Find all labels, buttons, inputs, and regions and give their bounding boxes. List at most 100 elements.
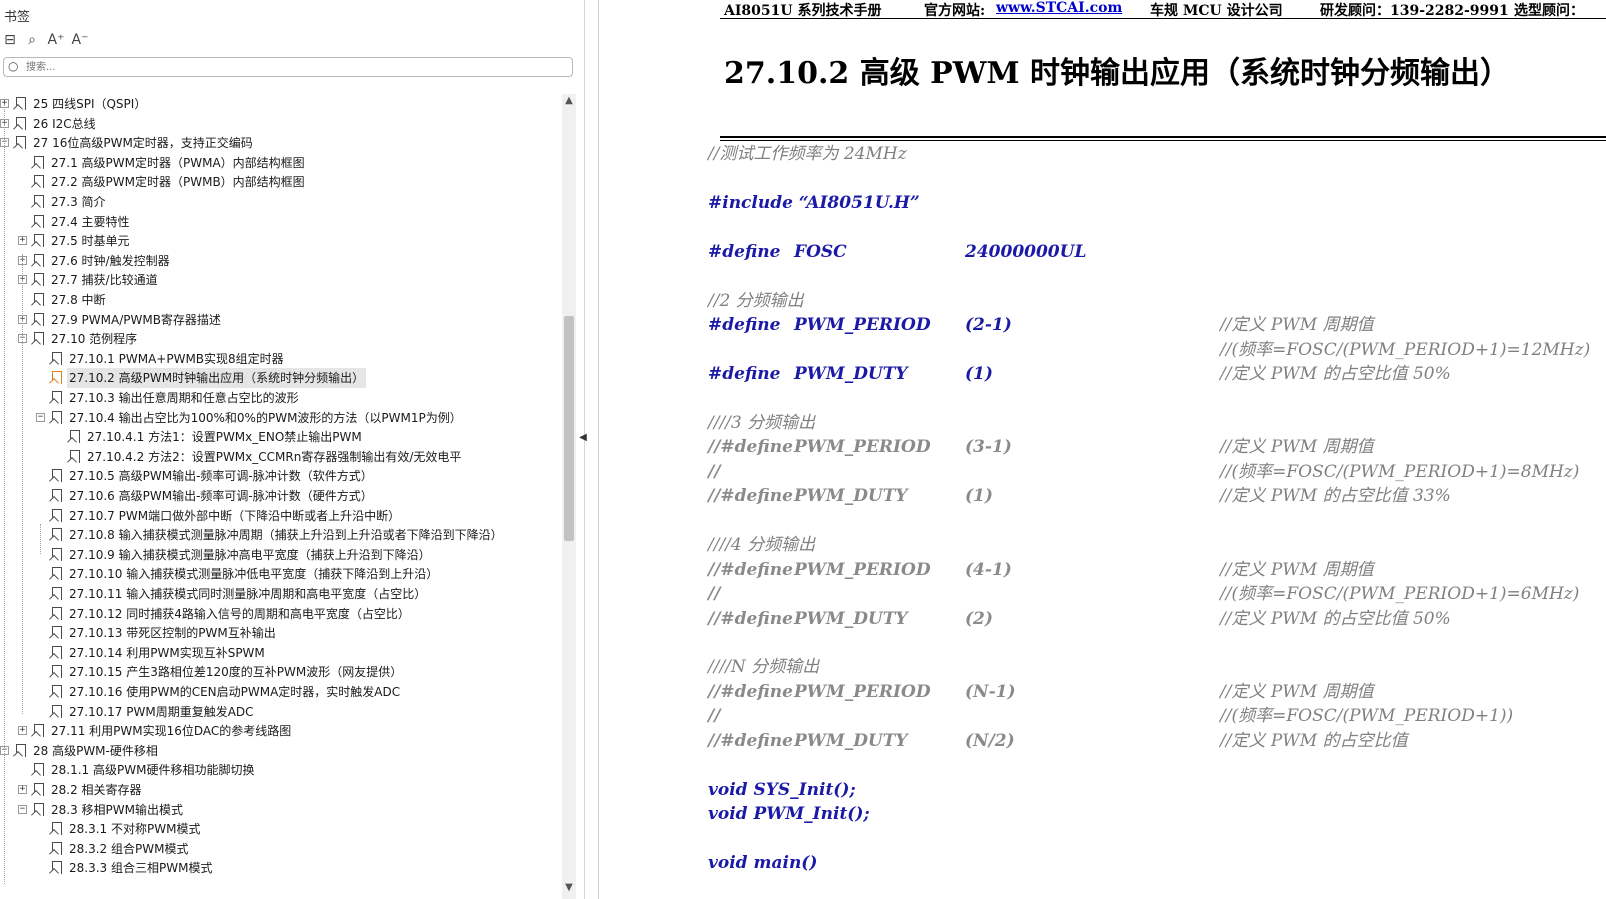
bookmark-item[interactable]: 27.3 简介 bbox=[0, 192, 562, 212]
search-input[interactable] bbox=[26, 60, 556, 74]
bookmark-item[interactable]: 27.10.14 利用PWM实现互补SPWM bbox=[0, 643, 562, 663]
bookmark-item[interactable]: 27.10.4.2 方法2：设置PWMx_CCMRn寄存器强制输出有效/无效电平 bbox=[0, 447, 562, 467]
bookmark-item[interactable]: 27.10.8 输入捕获模式测量脉冲周期（捕获上升沿到上升沿或者下降沿到下降沿） bbox=[0, 525, 562, 545]
bookmark-item[interactable]: +28.2 相关寄存器 bbox=[0, 780, 562, 800]
bookmark-icon bbox=[52, 410, 62, 424]
bookmark-item[interactable]: 27.10.13 带死区控制的PWM互补输出 bbox=[0, 623, 562, 643]
site-link[interactable]: www.STCAI.com bbox=[996, 0, 1122, 16]
scroll-down-icon[interactable]: ▼ bbox=[562, 881, 576, 895]
bookmark-icon bbox=[34, 763, 44, 777]
bookmark-icon bbox=[16, 136, 26, 150]
bookmark-icon bbox=[34, 214, 44, 228]
bookmark-label: 27.10.4.2 方法2：设置PWMx_CCMRn寄存器强制输出有效/无效电平 bbox=[87, 449, 462, 464]
code-token: //(频率=FOSC/(PWM_PERIOD+1)) bbox=[1220, 706, 1514, 727]
bookmark-label: 25 四线SPI（QSPI） bbox=[33, 97, 147, 111]
code-token: void SYS_Init(); bbox=[708, 779, 856, 800]
bookmark-item[interactable]: −27 16位高级PWM定时器，支持正交编码 bbox=[0, 133, 562, 153]
collapse-icon[interactable]: − bbox=[18, 804, 27, 814]
bookmark-label: 27.10.4 输出占空比为100%和0%的PWM波形的方法（以PWM1P为例） bbox=[69, 410, 462, 425]
bookmark-item[interactable]: +26 I2C总线 bbox=[0, 114, 562, 134]
code-line: void PWM_Init(); bbox=[600, 802, 1606, 826]
bookmark-item[interactable]: 27.10.12 同时捕获4路输入信号的周期和高电平宽度（占空比） bbox=[0, 604, 562, 624]
bookmark-item[interactable]: 27.10.2 高级PWM时钟输出应用（系统时钟分频输出） bbox=[0, 368, 562, 389]
scroll-up-icon[interactable]: ▲ bbox=[562, 94, 576, 108]
bookmark-find-icon[interactable]: ⌕ bbox=[22, 30, 42, 50]
bookmark-search[interactable]: ○ bbox=[3, 57, 573, 77]
code-token: //定义 PWM 周期值 bbox=[1220, 437, 1374, 458]
code-token: //测试工作频率为 24MHz bbox=[708, 144, 907, 164]
tree-guide-line bbox=[4, 104, 5, 884]
bookmark-item[interactable]: 27.4 主要特性 bbox=[0, 212, 562, 232]
code-token: void PWM_Init(); bbox=[708, 804, 870, 825]
bookmark-icon bbox=[16, 743, 26, 757]
font-decrease-icon[interactable]: A⁻ bbox=[70, 30, 90, 50]
bookmark-item[interactable]: −28 高级PWM-硬件移相 bbox=[0, 741, 562, 761]
bookmark-label: 28.1.1 高级PWM硬件移相功能脚切换 bbox=[51, 763, 255, 778]
bookmark-item[interactable]: 27.8 中断 bbox=[0, 290, 562, 310]
bookmark-icon bbox=[52, 528, 62, 542]
bookmark-item[interactable]: 27.10.4.1 方法1：设置PWMx_ENO禁止输出PWM bbox=[0, 427, 562, 447]
code-token: //定义 PWM 周期值 bbox=[1220, 681, 1374, 702]
bookmark-item[interactable]: 27.10.17 PWM周期重复触发ADC bbox=[0, 702, 562, 722]
bookmark-item[interactable]: 27.2 高级PWM定时器（PWMB）内部结构框图 bbox=[0, 172, 562, 192]
tree-scrollbar[interactable]: ▲ ▼ bbox=[562, 94, 576, 899]
code-line: //#define PWM_PERIOD (N-1) //定义 PWM 周期值 bbox=[600, 680, 1606, 704]
bookmark-item[interactable]: − 28.3 移相PWM输出模式 bbox=[0, 800, 562, 820]
bookmark-label: 28 高级PWM-硬件移相 bbox=[33, 743, 158, 758]
bookmark-item[interactable]: 28.3.3 组合三相PWM模式 bbox=[0, 858, 562, 878]
bookmark-label: 28.3.1 不对称PWM模式 bbox=[69, 822, 201, 837]
bookmark-item[interactable]: 27.10.16 使用PWM的CEN启动PWMA定时器，实时触发ADC bbox=[0, 682, 562, 702]
code-token: #define bbox=[708, 315, 781, 336]
bookmark-label: 27.2 高级PWM定时器（PWMB）内部结构框图 bbox=[51, 175, 305, 190]
collapse-panel-icon[interactable]: ◀ bbox=[578, 428, 588, 448]
code-token: PWM_PERIOD bbox=[794, 437, 931, 458]
scroll-thumb[interactable] bbox=[564, 316, 574, 541]
bookmark-icon bbox=[52, 371, 62, 385]
code-token: //(频率=FOSC/(PWM_PERIOD+1)=8MHz) bbox=[1220, 461, 1580, 482]
bookmark-item[interactable]: 28.1.1 高级PWM硬件移相功能脚切换 bbox=[0, 760, 562, 780]
code-line: void main() bbox=[600, 851, 1606, 875]
bookmark-item[interactable]: 27.10.5 高级PWM输出-频率可调-脉冲计数（软件方式） bbox=[0, 466, 562, 486]
bookmark-label: 27.8 中断 bbox=[51, 293, 106, 307]
bookmark-item[interactable]: 27.10.11 输入捕获模式同时测量脉冲周期和高电平宽度（占空比） bbox=[0, 584, 562, 604]
bookmark-item[interactable]: 27.10.9 输入捕获模式测量脉冲高电平宽度（捕获上升沿到下降沿） bbox=[0, 545, 562, 565]
font-increase-icon[interactable]: A⁺ bbox=[46, 30, 66, 50]
code-token: //定义 PWM 周期值 bbox=[1220, 559, 1374, 580]
section-title: 27.10.2 高级 PWM 时钟输出应用（系统时钟分频输出） bbox=[724, 56, 1511, 91]
bookmark-icon bbox=[34, 293, 44, 306]
bookmark-item[interactable]: +27.5 时基单元 bbox=[0, 231, 562, 251]
panel-splitter[interactable] bbox=[598, 0, 599, 899]
expand-icon[interactable]: + bbox=[18, 236, 27, 246]
bookmark-item[interactable]: +27.7 捕获/比较通道 bbox=[0, 270, 562, 290]
bookmark-item[interactable]: − 27.10.4 输出占空比为100%和0%的PWM波形的方法（以PWM1P为例… bbox=[0, 408, 562, 428]
expand-icon[interactable]: + bbox=[18, 785, 27, 794]
bookmark-item[interactable]: 27.10.7 PWM端口做外部中断（下降沿中断或者上升沿中断） bbox=[0, 506, 562, 526]
code-token: #define bbox=[708, 241, 781, 262]
bookmark-item[interactable]: 27.10.15 产生3路相位差120度的互补PWM波形（网友提供） bbox=[0, 662, 562, 682]
bookmark-list-icon[interactable]: ⊟ bbox=[0, 30, 20, 50]
expand-icon[interactable]: + bbox=[18, 726, 27, 736]
bookmark-label: 27.10.16 使用PWM的CEN启动PWMA定时器，实时触发ADC bbox=[69, 685, 401, 699]
bookmark-item[interactable]: 27.10.6 高级PWM输出-频率可调-脉冲计数（硬件方式） bbox=[0, 486, 562, 506]
bookmark-item[interactable]: 27.10.1 PWMA+PWMB实现8组定时器 bbox=[0, 349, 562, 369]
bookmark-item[interactable]: −27.10 范例程序 bbox=[0, 329, 562, 349]
bookmark-item[interactable]: +25 四线SPI（QSPI） bbox=[0, 94, 562, 114]
bookmark-item[interactable]: 28.3.1 不对称PWM模式 bbox=[0, 819, 562, 839]
code-token: PWM_DUTY bbox=[794, 730, 908, 751]
code-token: //#define bbox=[708, 681, 793, 702]
bookmark-item[interactable]: +27.11 利用PWM实现16位DAC的参考线路图 bbox=[0, 721, 562, 741]
bookmark-item[interactable]: +27.9 PWMA/PWMB寄存器描述 bbox=[0, 310, 562, 330]
bookmark-label: 28.3.3 组合三相PWM模式 bbox=[69, 861, 213, 876]
bookmark-item[interactable]: 27.1 高级PWM定时器（PWMA）内部结构框图 bbox=[0, 153, 562, 173]
bookmark-item[interactable]: 27.10.3 输出任意周期和任意占空比的波形 bbox=[0, 388, 562, 408]
bookmark-item[interactable]: +27.6 时钟/触发控制器 bbox=[0, 251, 562, 271]
code-token: //#define bbox=[708, 730, 793, 751]
collapse-icon[interactable]: − bbox=[36, 412, 45, 422]
code-token: #define bbox=[708, 364, 781, 385]
bookmark-label: 27.10.9 输入捕获模式测量脉冲高电平宽度（捕获上升沿到下降沿） bbox=[69, 547, 431, 562]
document-page: AI8051U 系列技术手册 官方网站: www.STCAI.com 车规 MC… bbox=[600, 0, 1606, 899]
bookmark-item[interactable]: 27.10.10 输入捕获模式测量脉冲低电平宽度（捕获下降沿到上升沿） bbox=[0, 564, 562, 584]
bookmark-item[interactable]: 28.3.2 组合PWM模式 bbox=[0, 839, 562, 859]
